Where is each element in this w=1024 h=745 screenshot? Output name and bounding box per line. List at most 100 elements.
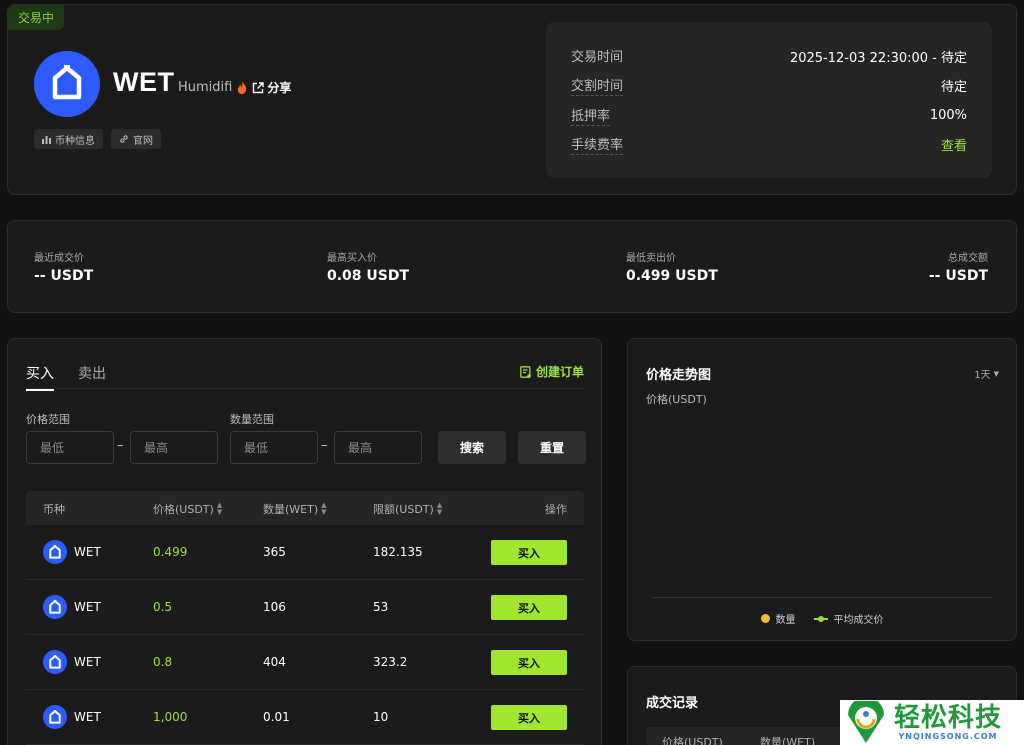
- coin-cell: WET: [43, 650, 101, 674]
- stat-value: -- USDT: [928, 268, 988, 284]
- time-range-value: 1天: [974, 370, 991, 381]
- stat-value: 0.499 USDT: [626, 268, 718, 284]
- table-row: WET 0.8 404 323.2 买入: [26, 635, 584, 690]
- chart-legend: 数量 平均成交价: [628, 611, 1016, 626]
- stat-label: 最低卖出价: [626, 253, 676, 264]
- legend-dot-icon: [760, 614, 770, 623]
- table-row: WET 0.499 365 182.135 买入: [26, 525, 584, 580]
- qty-cell: 106: [263, 600, 286, 614]
- token-symbol: WET: [113, 67, 175, 97]
- stat-label: 总成交额: [948, 253, 988, 264]
- info-value: 100%: [929, 108, 967, 123]
- buy-button[interactable]: 买入: [491, 540, 567, 565]
- limit-cell: 53: [373, 600, 389, 614]
- chart-title: 价格走势图: [646, 368, 712, 383]
- chevron-down-icon: ▼: [993, 369, 999, 378]
- col-qty[interactable]: 数量(WET) ▲ ▼: [263, 501, 327, 517]
- token-logo-icon: [43, 650, 67, 674]
- order-table-header: 币种 价格(USDT) ▲ ▼ 数量(WET) ▲ ▼ 限额(USDT) ▲ ▼ 操作: [26, 491, 584, 525]
- search-button[interactable]: 搜索: [438, 431, 506, 464]
- legend-avg-price[interactable]: 平均成交价: [813, 611, 884, 626]
- info-row-trade-time: 交易时间 2025-12-03 22:30:00 - 待定: [571, 46, 967, 66]
- col-limit[interactable]: 限额(USDT) ▲ ▼: [373, 501, 442, 517]
- tab-sell[interactable]: 卖出: [78, 363, 106, 391]
- table-row: WET 1,000 0.01 10 买入: [26, 690, 584, 745]
- token-subtitle: Humidifi 分享: [178, 79, 291, 96]
- col-limit-label: 限额(USDT): [373, 503, 434, 516]
- token-header-panel: 交易中 WET Humidifi 分享 币种信息 官网 交易时间 2025-12…: [7, 4, 1017, 195]
- qty-cell: 365: [263, 545, 286, 559]
- price-max-input[interactable]: [130, 431, 218, 464]
- coin-cell: WET: [43, 705, 101, 729]
- limit-cell: 182.135: [373, 545, 423, 559]
- qty-max-input[interactable]: [334, 431, 422, 464]
- qty-cell: 404: [263, 655, 286, 669]
- website-label: 官网: [133, 135, 153, 147]
- coin-info-chip[interactable]: 币种信息: [34, 129, 103, 149]
- stat-label: 最高买入价: [327, 253, 377, 264]
- stat-label: 最近成交价: [34, 253, 84, 264]
- market-stats-panel: 最近成交价 -- USDT 最高买入价 0.08 USDT 最低卖出价 0.49…: [7, 220, 1017, 313]
- token-logo-icon: [52, 65, 82, 100]
- watermark: 轻松科技 YNQINGSONG.COM: [840, 700, 1024, 745]
- watermark-main: 轻松科技: [894, 703, 1003, 733]
- qty-range-label: 数量范围: [230, 413, 274, 426]
- stat-value: -- USDT: [34, 268, 94, 284]
- token-logo-icon: [43, 705, 67, 729]
- time-range-select[interactable]: 1天 ▼: [974, 366, 999, 382]
- col-coin-label: 币种: [43, 503, 65, 516]
- coin-symbol: WET: [74, 655, 101, 669]
- token-logo: [34, 51, 100, 117]
- price-min-input[interactable]: [26, 431, 114, 464]
- price-cell: 1,000: [153, 710, 188, 724]
- limit-cell: 323.2: [373, 655, 408, 669]
- chart-y-axis-label: 价格(USDT): [646, 393, 707, 406]
- create-order-button[interactable]: 创建订单: [520, 363, 584, 380]
- token-logo-icon: [43, 595, 67, 619]
- price-cell: 0.5: [153, 600, 173, 614]
- table-row: WET 0.5 106 53 买入: [26, 580, 584, 635]
- stat-total-volume: 总成交额 -- USDT: [929, 249, 988, 284]
- legend-line-icon: [813, 615, 828, 622]
- share-button[interactable]: 分享: [252, 79, 291, 96]
- qty-min-input[interactable]: [230, 431, 318, 464]
- legend-label: 平均成交价: [833, 615, 884, 626]
- info-value: 2025-12-03 22:30:00 - 待定: [789, 50, 967, 66]
- buy-button[interactable]: 买入: [491, 595, 567, 620]
- info-label[interactable]: 交割时间: [571, 75, 624, 96]
- coin-symbol: WET: [74, 600, 101, 614]
- info-label[interactable]: 手续费率: [571, 134, 624, 155]
- legend-label: 数量: [775, 615, 796, 626]
- trades-col-price: 价格(USDT): [662, 736, 723, 745]
- coin-info-label: 币种信息: [55, 135, 95, 147]
- fire-icon: [238, 81, 247, 94]
- tab-divider: [26, 388, 584, 389]
- buy-button[interactable]: 买入: [491, 705, 567, 730]
- sort-icon: ▲ ▼: [436, 501, 443, 516]
- stat-last-price: 最近成交价 -- USDT: [34, 249, 93, 284]
- legend-quantity[interactable]: 数量: [760, 611, 796, 626]
- col-price[interactable]: 价格(USDT) ▲ ▼: [153, 501, 222, 517]
- range-dash: –: [321, 438, 328, 453]
- tab-buy[interactable]: 买入: [26, 363, 54, 391]
- info-label[interactable]: 抵押率: [571, 105, 611, 126]
- link-icon: [120, 135, 128, 143]
- buy-button[interactable]: 买入: [491, 650, 567, 675]
- stat-value: 0.08 USDT: [327, 268, 410, 284]
- token-links: 币种信息 官网: [34, 129, 161, 149]
- coin-symbol: WET: [74, 545, 101, 559]
- info-label: 交易时间: [571, 50, 624, 65]
- info-value: 待定: [940, 80, 967, 95]
- price-cell: 0.499: [153, 545, 188, 559]
- limit-cell: 10: [373, 710, 389, 724]
- col-qty-label: 数量(WET): [263, 503, 319, 516]
- reset-button[interactable]: 重置: [518, 431, 586, 464]
- coin-symbol: WET: [74, 710, 101, 724]
- view-fee-link[interactable]: 查看: [941, 135, 967, 154]
- price-range-label: 价格范围: [26, 413, 70, 426]
- qty-cell: 0.01: [263, 710, 290, 724]
- website-chip[interactable]: 官网: [111, 129, 161, 149]
- chart-bars-icon: [42, 135, 51, 144]
- stat-highest-bid: 最高买入价 0.08 USDT: [327, 249, 409, 284]
- price-cell: 0.8: [153, 655, 173, 669]
